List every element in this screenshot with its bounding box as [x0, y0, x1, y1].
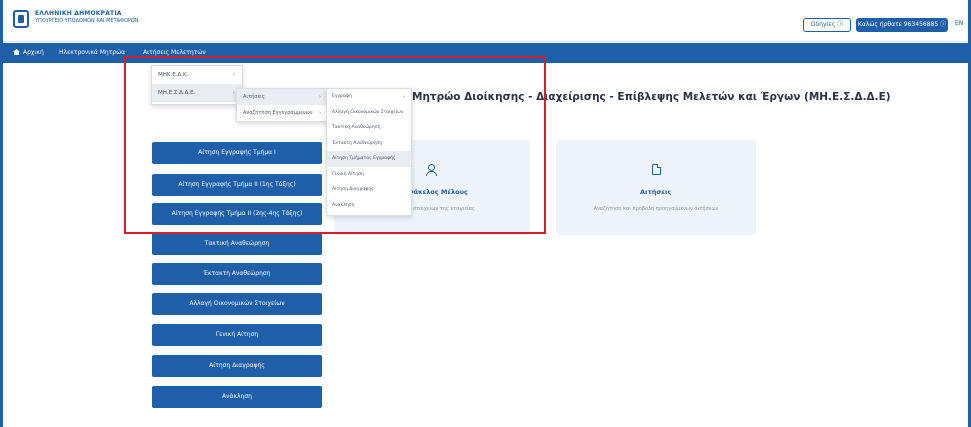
applications-card[interactable]: Αιτήσεις Αναζήτηση και προβολή προηγούμε… [556, 140, 756, 235]
annotation-highlight-box [124, 56, 546, 234]
card-title: Αιτήσεις [640, 188, 672, 196]
user-account-button[interactable]: Καλώς ήρθατε 963456885 ⓘ [856, 18, 948, 32]
home-icon [13, 49, 20, 55]
card-description: Αναζήτηση και προβολή προηγούμενων αιτήσ… [593, 206, 719, 212]
side-button-financial-change[interactable]: Αλλαγή Οικονομικών Στοιχείων [152, 293, 322, 315]
side-button-extraordinary-revision[interactable]: Έκτακτη Αναθεώρηση [152, 263, 322, 285]
top-header: ΕΛΛΗΝΙΚΗ ΔΗΜΟΚΡΑΤΙΑ ΥΠΟΥΡΓΕΙΟ ΥΠΟΔΟΜΩΝ Κ… [3, 0, 968, 42]
nav-home-label: Αρχική [23, 49, 44, 56]
side-button-regular-revision[interactable]: Τακτική Αναθεώρηση [152, 233, 322, 255]
nav-registries[interactable]: Ηλεκτρονικά Μητρώα [59, 49, 125, 56]
side-button-revocation[interactable]: Ανάκληση [152, 386, 322, 408]
gov-logo-icon [13, 10, 29, 28]
nav-home[interactable]: Αρχική [13, 49, 44, 56]
brand-subtitle: ΥΠΟΥΡΓΕΙΟ ΥΠΟΔΟΜΩΝ ΚΑΙ ΜΕΤΑΦΟΡΩΝ [35, 18, 139, 24]
side-button-general-application[interactable]: Γενική Αίτηση [152, 324, 322, 346]
language-switch[interactable]: EN [955, 20, 963, 27]
brand-title: ΕΛΛΗΝΙΚΗ ΔΗΜΟΚΡΑΤΙΑ [35, 10, 122, 17]
nav-applications[interactable]: Αιτήσεις Μελετητών [143, 49, 206, 56]
side-button-deletion[interactable]: Αίτηση Διαγραφής [152, 355, 322, 377]
help-button[interactable]: Οδηγίες ⓘ [803, 18, 851, 32]
document-icon [652, 164, 661, 175]
